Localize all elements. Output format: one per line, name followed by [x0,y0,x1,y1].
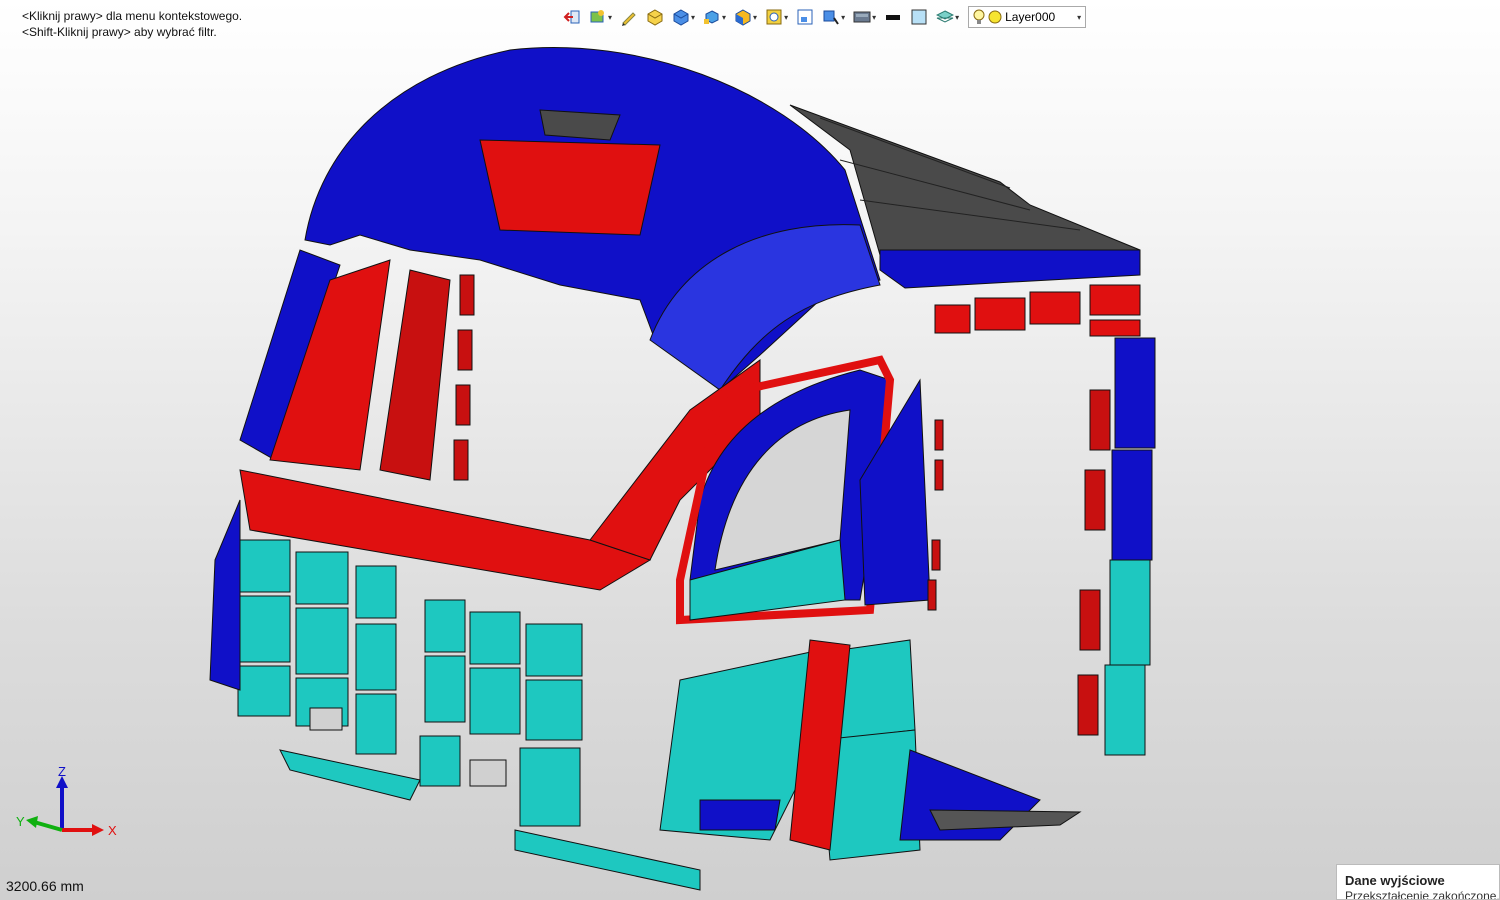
x-axis-label: X [108,823,117,838]
yellow-cube-button[interactable] [643,5,667,29]
chevron-down-icon: ▾ [722,12,727,22]
layer-dropdown[interactable]: Layer000 ▾ [968,6,1087,28]
chevron-down-icon: ▾ [753,12,758,22]
view-orient-icon [823,10,839,25]
y-axis-label: Y [16,814,25,829]
chevron-down-icon: ▾ [955,12,960,22]
display-mode-button[interactable]: ▾ [850,5,879,29]
view-toolbar: ▾ ▾ ▾ ▾ ▾ ▾ ▾ ▾ Layer000 ▾ [560,4,1087,30]
cube-views-icon [704,10,719,24]
chevron-down-icon: ▾ [691,12,696,22]
display-mode-icon [853,11,871,23]
blue-cube-icon [673,9,689,26]
zoom-window-icon [797,9,813,25]
rear-blue-edge [879,249,1141,289]
roof-opening [479,139,661,236]
exit-arrow-button[interactable] [560,5,584,29]
layers-button[interactable]: ▾ [933,5,962,29]
fill-color-button[interactable] [907,5,931,29]
view-orient-button[interactable]: ▾ [819,5,848,29]
chevron-down-icon: ▾ [872,12,877,22]
lightbulb-icon [973,9,985,24]
right-panel-grid [419,599,583,827]
cube-views-button[interactable]: ▾ [700,5,729,29]
zoom-fit-icon [766,9,782,25]
zoom-fit-button[interactable]: ▾ [762,5,791,29]
shaded-view-button[interactable]: ▾ [586,5,615,29]
floor-plate-cyan-2 [514,829,701,891]
hint-context-menu: <Kliknij prawy> dla menu kontekstowego. [22,9,243,23]
z-axis-label: Z [58,764,66,779]
line-color-icon [886,15,901,20]
layers-icon [936,10,955,23]
shaded-view-icon [590,10,604,23]
line-color-button[interactable] [881,5,905,29]
hint-filter: <Shift-Kliknij prawy> aby wybrać filtr. [22,25,217,39]
layer-name: Layer000 [1005,10,1056,24]
blue-cube-button[interactable]: ▾ [669,5,698,29]
axis-triad: Z X Y [16,764,117,838]
model-viewport[interactable] [0,0,1500,900]
chevron-down-icon: ▾ [784,12,789,22]
cab-frame-model [209,47,1156,891]
layer-color-icon [988,10,1002,24]
y-axis-line [33,820,63,832]
chevron-down-icon: ▾ [841,12,846,22]
floor-plate-gray [929,809,1082,831]
door-blue-lower [699,799,781,831]
left-wall-blue [209,499,241,691]
viewport-hints: <Kliknij prawy> dla menu kontekstowego. … [22,8,242,40]
cube-section-button[interactable]: ▾ [731,5,760,29]
left-red-pillar-2 [379,269,451,481]
cube-section-icon [735,9,751,26]
floor-plate-cyan [279,749,421,801]
output-message: Przekształcenie zakończone. [1345,889,1500,900]
fill-color-icon [911,9,927,25]
zoom-window-button[interactable] [793,5,817,29]
y-axis-arrow-icon [26,816,38,828]
output-panel-title: Dane wyjściowe [1345,873,1445,888]
roof-dark-piece [539,109,621,141]
measurement-readout: 3200.66 mm [6,878,84,894]
edit-pencil-button[interactable] [617,5,641,29]
edit-pencil-icon [622,12,636,26]
exit-arrow-icon [563,10,580,24]
x-axis-arrow-icon [92,824,104,836]
output-panel[interactable]: Dane wyjściowe Przekształcenie zakończon… [1336,864,1500,900]
yellow-cube-icon [647,9,663,26]
chevron-down-icon: ▾ [608,12,613,22]
chevron-down-icon: ▾ [1077,12,1082,22]
rear-right-column [1104,337,1156,756]
